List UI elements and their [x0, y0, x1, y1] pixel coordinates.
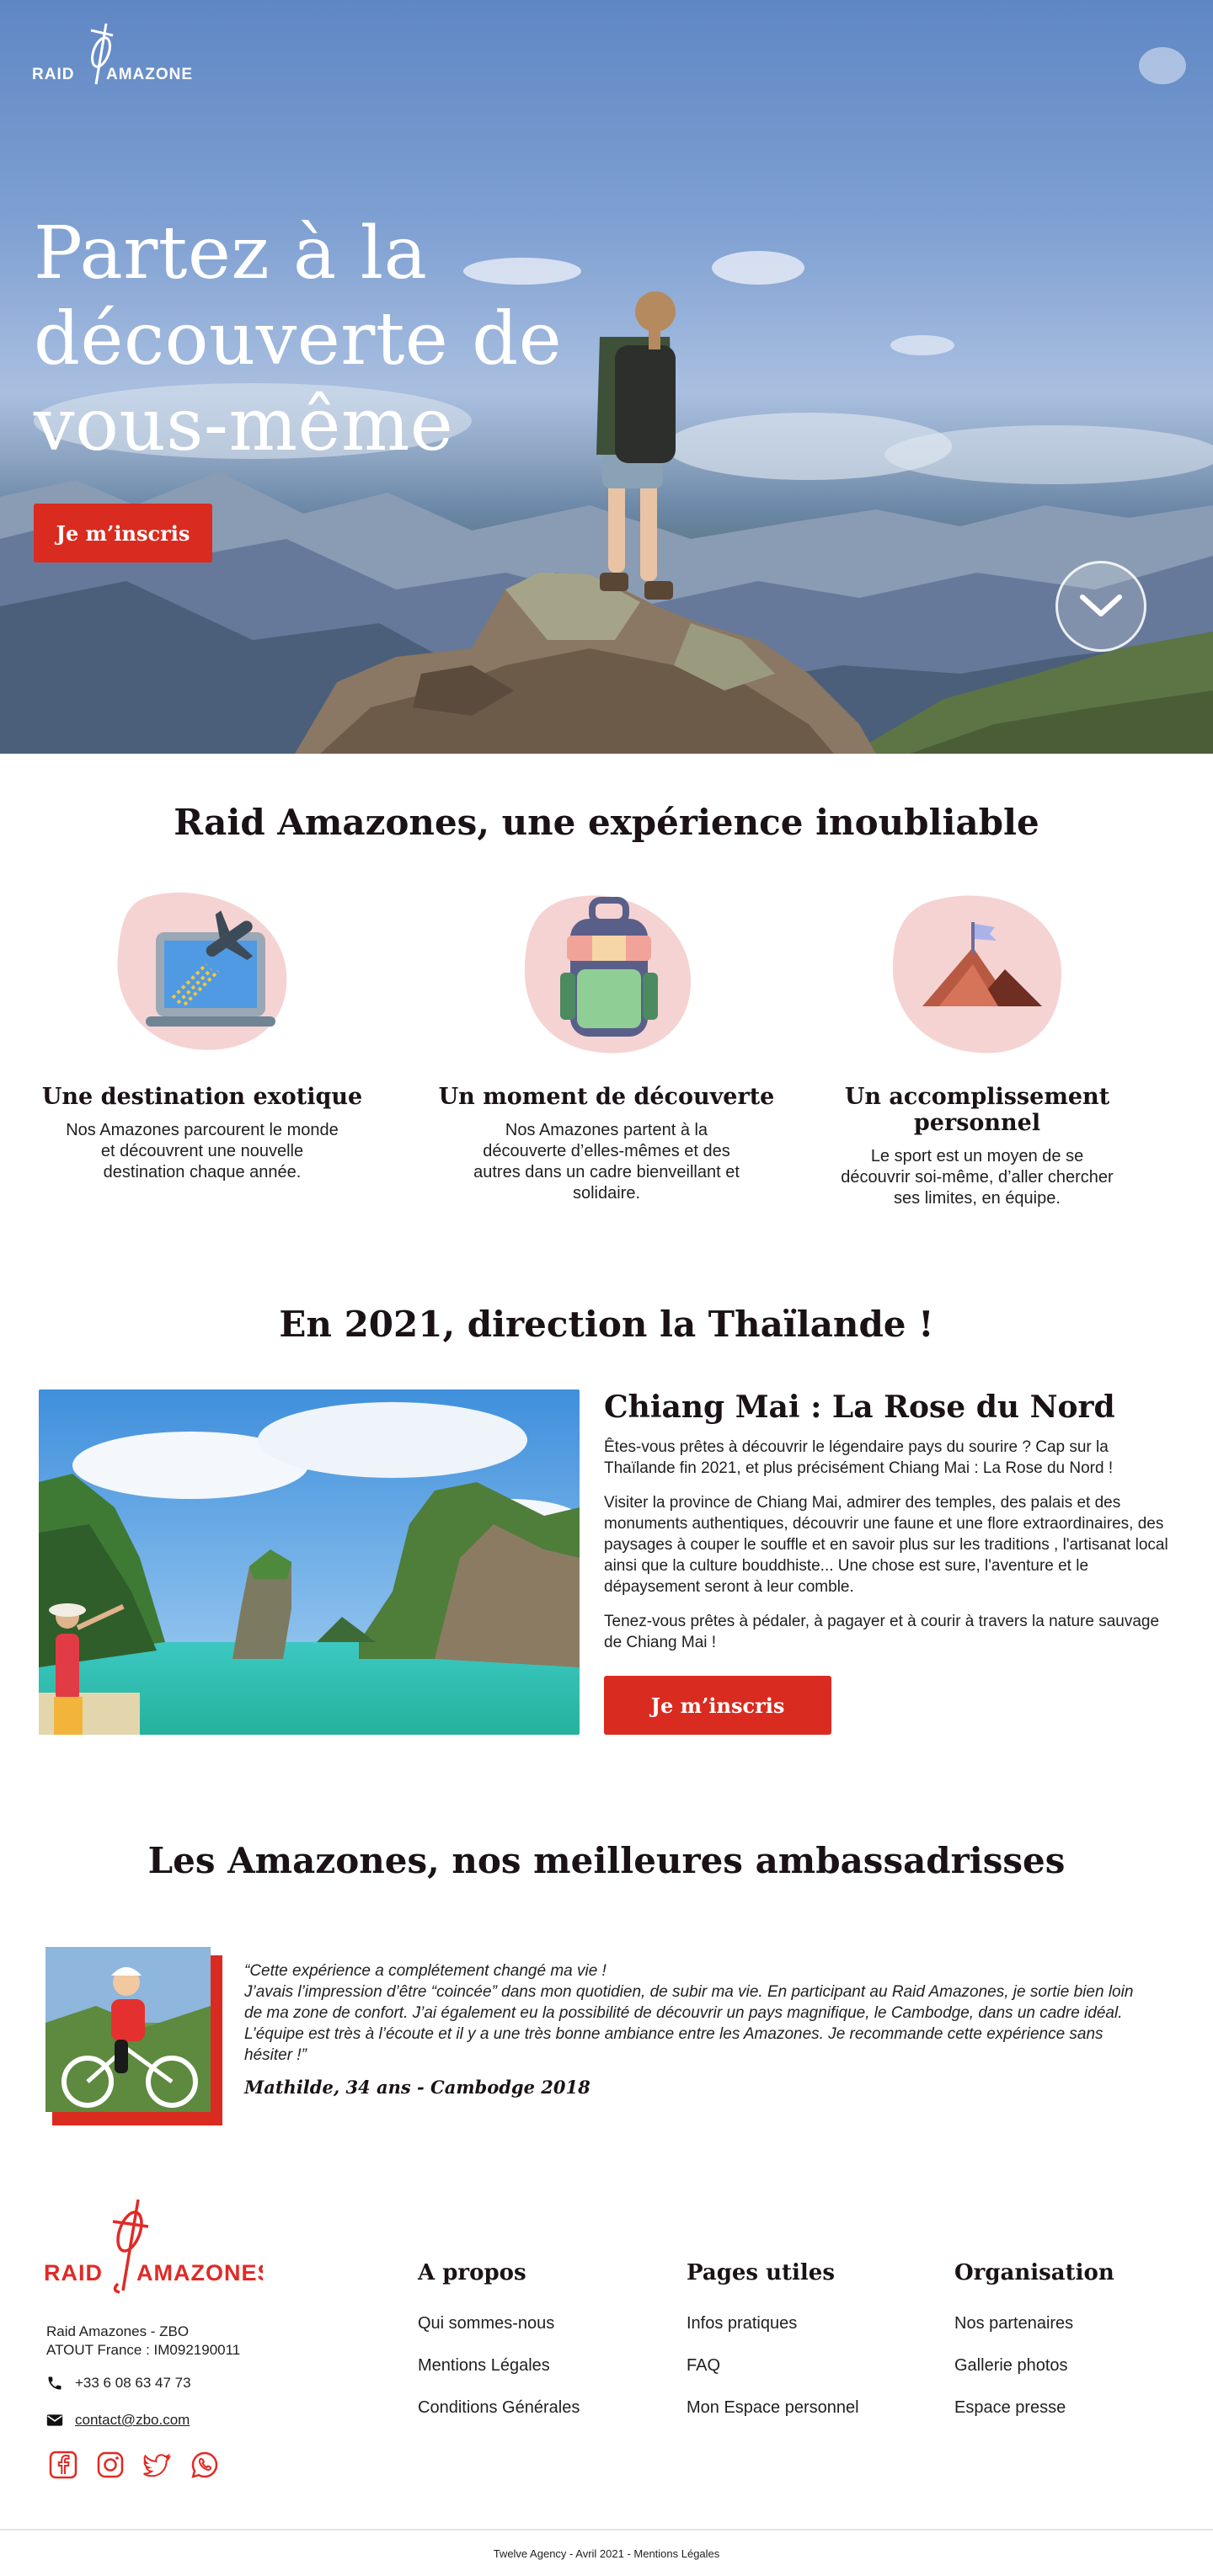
logo-text: RAID [32, 66, 74, 83]
email-icon [46, 2414, 63, 2426]
organization-info: Raid Amazones - ZBO ATOUT France : IM092… [46, 2323, 240, 2360]
footer-link[interactable]: Espace presse [954, 2398, 1114, 2418]
testimonial-photo [45, 1947, 222, 2125]
organization-license: ATOUT France : IM092190011 [46, 2342, 241, 2358]
footer-column-organisation: Organisation Nos partenaires Gallerie ph… [954, 2260, 1114, 2440]
laptop-plane-icon [114, 888, 291, 1057]
thailand-photo [39, 1389, 580, 1735]
instagram-icon[interactable] [96, 2451, 125, 2479]
hero-signup-button[interactable]: Je m’inscris [34, 504, 212, 563]
whatsapp-icon[interactable] [190, 2451, 219, 2479]
testimonial-card: “Cette expérience a complétement changé … [45, 1947, 1141, 2132]
footer-link[interactable]: Qui sommes-nous [418, 2314, 580, 2333]
footer: RAID AMAZONES Raid Amazones - ZBO ATOUT … [0, 2188, 1213, 2525]
legal-bar: Twelve Agency - Avril 2021 - Mentions Lé… [0, 2529, 1213, 2576]
feature-text: Nos Amazones parcourent le monde et déco… [66, 1121, 339, 1181]
footer-link[interactable]: Conditions Générales [418, 2398, 580, 2418]
footer-column-title: A propos [418, 2260, 526, 2285]
logo[interactable]: RAID AMAZONES [32, 17, 192, 91]
footer-link[interactable]: Mentions Légales [418, 2356, 580, 2376]
social-links [49, 2451, 219, 2479]
footer-link[interactable]: Infos pratiques [687, 2314, 859, 2333]
thailand-text: Chiang Mai : La Rose du Nord Êtes-vous p… [604, 1389, 1177, 1667]
legal-text[interactable]: Twelve Agency - Avril 2021 - Mentions Lé… [494, 2547, 720, 2560]
ambassadors-title: Les Amazones, nos meilleures ambassadris… [147, 1840, 1066, 1881]
footer-link[interactable]: Mon Espace personnel [687, 2398, 859, 2418]
avatar [45, 1947, 211, 2112]
feature-text: Nos Amazones partent à la découverte d’e… [473, 1121, 740, 1203]
footer-column-apropos: A propos Qui sommes-nous Mentions Légale… [418, 2260, 580, 2440]
phone-contact: +33 6 08 63 47 73 [46, 2375, 191, 2392]
feature-text: Le sport est un moyen de se découvrir so… [841, 1147, 1114, 1208]
footer-column-pages: Pages utiles Infos pratiques FAQ Mon Esp… [687, 2260, 859, 2440]
testimonial-author: Mathilde, 34 ans - Cambodge 2018 [244, 2077, 590, 2098]
facebook-icon[interactable] [49, 2451, 77, 2479]
footer-column-title: Pages utiles [687, 2260, 835, 2285]
thailand-paragraph: Tenez-vous prêtes à pédaler, à pagayer e… [604, 1613, 1160, 1651]
scroll-down-button[interactable] [1055, 561, 1146, 652]
feature-title: Une destination exotique [41, 1084, 363, 1110]
thailand-paragraph: Êtes-vous prêtes à découvrir le légendai… [604, 1438, 1114, 1477]
footer-link[interactable]: Nos partenaires [954, 2314, 1114, 2333]
feature-title: Un accomplissement personnel [844, 1084, 1110, 1136]
twitter-icon[interactable] [143, 2451, 172, 2479]
feature-card: Un accomplissement personnel Le sport es… [809, 888, 1146, 1209]
thailand-subtitle: Chiang Mai : La Rose du Nord [604, 1389, 1115, 1425]
testimonial-quote: “Cette expérience a complétement changé … [244, 1960, 1154, 2066]
thailand-paragraph: Visiter la province de Chiang Mai, admir… [604, 1494, 1168, 1596]
phone-icon [48, 2376, 61, 2390]
testimonial-quote-line: J’avais l’impression d’être “coincée” da… [244, 1983, 1134, 2064]
mountain-flag-icon [889, 888, 1066, 1057]
thailand-title: En 2021, direction la Thaïlande ! [279, 1304, 934, 1345]
svg-text:AMAZONES: AMAZONES [136, 2260, 263, 2285]
phone-number: +33 6 08 63 47 73 [75, 2375, 191, 2391]
footer-logo[interactable]: RAID AMAZONES [44, 2196, 263, 2297]
hero-title: Partez à la découverte de vous-même [34, 211, 563, 467]
thailand-signup-button[interactable]: Je m’inscris [604, 1676, 831, 1735]
feature-title: Un moment de découverte [438, 1084, 775, 1110]
email-link[interactable]: contact@zbo.com [75, 2412, 190, 2429]
feature-card: Un moment de découverte Nos Amazones par… [438, 888, 775, 1204]
footer-column-title: Organisation [954, 2260, 1114, 2285]
svg-text:AMAZONES: AMAZONES [106, 66, 192, 83]
organization-name: Raid Amazones - ZBO [46, 2323, 190, 2339]
hero-section: RAID AMAZONES Partez à la découverte de … [0, 0, 1213, 754]
feature-card: Une destination exotique Nos Amazones pa… [34, 888, 371, 1183]
footer-link[interactable]: Gallerie photos [954, 2356, 1114, 2376]
backpack-icon [518, 888, 695, 1057]
features-list: Une destination exotique Nos Amazones pa… [0, 888, 1213, 1208]
footer-link[interactable]: FAQ [687, 2356, 859, 2376]
email-contact: contact@zbo.com [46, 2412, 190, 2429]
experience-title: Raid Amazones, une expérience inoubliabl… [174, 802, 1039, 843]
chevron-down-icon [1080, 595, 1122, 616]
testimonial-quote-line: “Cette expérience a complétement changé … [244, 1962, 606, 1980]
svg-text:RAID: RAID [44, 2260, 103, 2285]
